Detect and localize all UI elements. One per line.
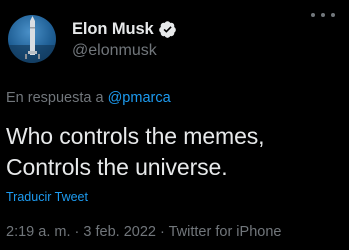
more-options-icon[interactable] (311, 8, 335, 22)
tweet-text: Who controls the memes, Controls the uni… (6, 121, 265, 183)
avatar[interactable] (8, 15, 56, 63)
separator: · (160, 224, 165, 240)
tweet-time-link[interactable]: 2:19 a. m. (6, 224, 70, 240)
author-handle[interactable]: @elonmusk (72, 42, 177, 60)
tweet-header: Elon Musk @elonmusk (8, 15, 177, 63)
separator: · (74, 224, 80, 240)
rocket-icon (8, 16, 56, 63)
reply-context: En respuesta a @pmarca (6, 90, 171, 106)
tweet-source: Twitter for iPhone (168, 224, 282, 240)
tweet-text-line: Controls the universe. (6, 154, 228, 180)
tweet-metadata: 2:19 a. m. · 3 feb. 2022 · Twitter for i… (6, 224, 281, 240)
reply-prefix: En respuesta a (6, 90, 104, 106)
reply-mention-link[interactable]: @pmarca (108, 90, 171, 106)
tweet-date-link[interactable]: 3 feb. 2022 (83, 224, 156, 240)
tweet-text-line: Who controls the memes, (6, 123, 265, 149)
verified-badge-icon (158, 20, 176, 38)
translate-tweet-link[interactable]: Traducir Tweet (6, 190, 88, 204)
author-name[interactable]: Elon Musk (72, 20, 154, 39)
